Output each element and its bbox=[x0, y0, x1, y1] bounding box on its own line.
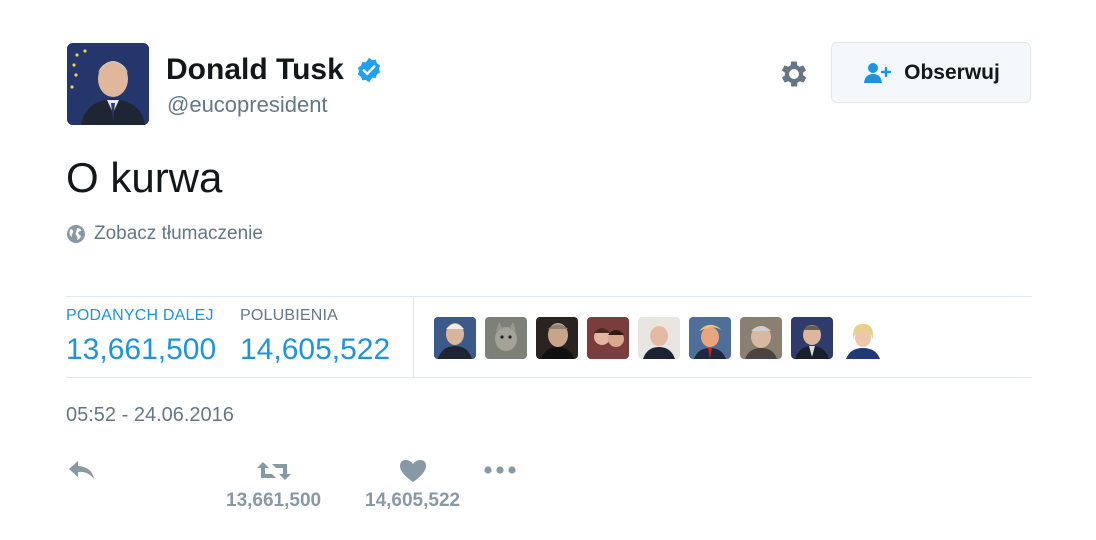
retweets-label: PODANYCH DALEJ bbox=[66, 307, 214, 324]
translate-link[interactable]: Zobacz tłumaczenie bbox=[66, 223, 263, 245]
follow-button-label: Obserwuj bbox=[904, 60, 1000, 84]
globe-icon bbox=[67, 225, 85, 243]
follow-button[interactable]: Obserwuj bbox=[831, 42, 1031, 103]
retweet-button[interactable]: 13,661,500 bbox=[226, 458, 321, 512]
add-user-icon bbox=[864, 62, 892, 83]
retweet-icon bbox=[256, 462, 291, 480]
liker-avatar-4[interactable] bbox=[587, 317, 629, 359]
stats-vertical-divider bbox=[413, 297, 414, 377]
liker-avatar-5[interactable] bbox=[638, 317, 680, 359]
tweet-timestamp[interactable]: 05:52 - 24.06.2016 bbox=[66, 404, 234, 427]
liker-avatar-6[interactable] bbox=[689, 317, 731, 359]
author-avatar[interactable] bbox=[67, 43, 149, 125]
stats-divider-top bbox=[66, 296, 1032, 297]
likes-count: 14,605,522 bbox=[240, 333, 391, 366]
tweet-text: O kurwa bbox=[66, 154, 223, 201]
like-count: 14,605,522 bbox=[365, 490, 461, 511]
liker-avatar-3[interactable] bbox=[536, 317, 578, 359]
gear-icon[interactable] bbox=[777, 57, 811, 91]
translate-label: Zobacz tłumaczenie bbox=[94, 223, 263, 244]
more-dots-icon bbox=[484, 466, 516, 474]
reply-button[interactable] bbox=[66, 458, 98, 484]
liker-avatar-8[interactable] bbox=[791, 317, 833, 359]
verified-badge-icon bbox=[357, 57, 381, 83]
retweet-count: 13,661,500 bbox=[226, 490, 322, 511]
reply-icon bbox=[69, 461, 94, 479]
profile-photo bbox=[67, 43, 149, 125]
heart-icon bbox=[399, 460, 426, 482]
user-handle[interactable]: @eucopresident bbox=[167, 92, 328, 118]
liker-avatar-2[interactable] bbox=[485, 317, 527, 359]
liker-avatars bbox=[434, 317, 884, 359]
liker-avatar-1[interactable] bbox=[434, 317, 476, 359]
like-button[interactable]: 14,605,522 bbox=[365, 458, 460, 512]
liker-avatar-9[interactable] bbox=[842, 317, 884, 359]
retweets-stat[interactable]: PODANYCH DALEJ 13,661,500 bbox=[66, 307, 216, 367]
likes-stat[interactable]: POLUBIENIA 14,605,522 bbox=[240, 307, 390, 367]
display-name[interactable]: Donald Tusk bbox=[166, 52, 344, 88]
retweets-count: 13,661,500 bbox=[66, 333, 217, 366]
stats-divider-bottom bbox=[66, 377, 1032, 378]
liker-avatar-7[interactable] bbox=[740, 317, 782, 359]
more-options-button[interactable] bbox=[483, 462, 519, 478]
likes-label: POLUBIENIA bbox=[240, 307, 339, 324]
